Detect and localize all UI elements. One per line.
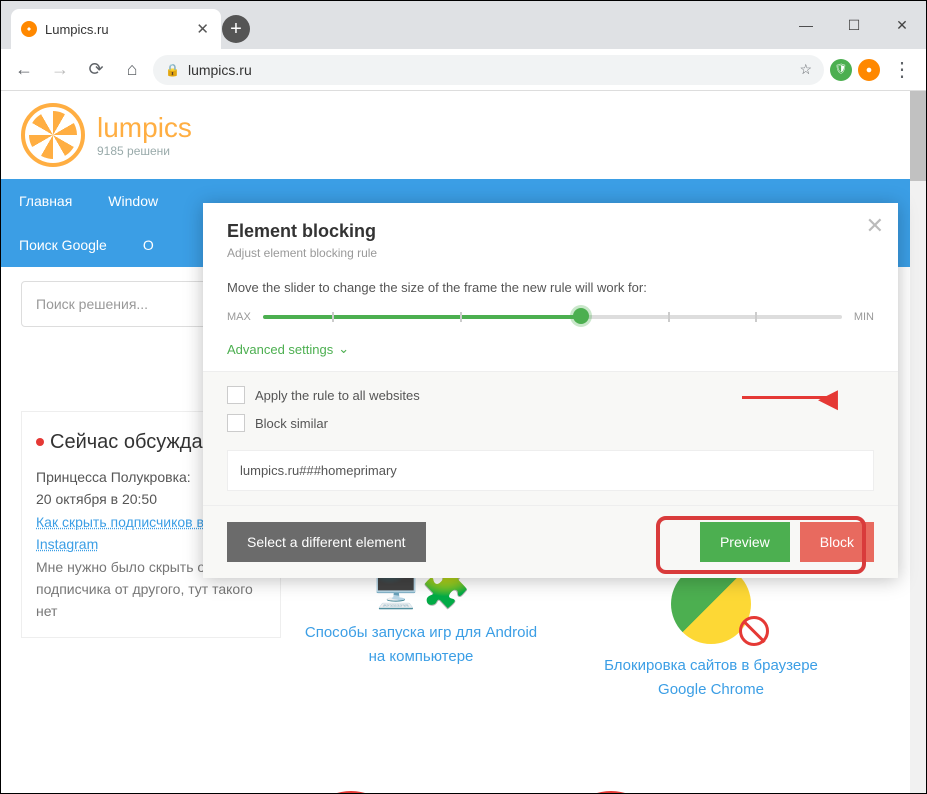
close-tab-icon[interactable]: ✕ — [194, 18, 211, 40]
article-link-2: Блокировка сайтов в браузере Google Chro… — [591, 654, 831, 702]
modal-header: Element blocking Adjust element blocking… — [203, 203, 898, 270]
minimize-button[interactable]: — — [782, 1, 830, 49]
live-dot-icon — [36, 438, 44, 446]
scrollbar-thumb[interactable] — [910, 91, 926, 181]
element-blocking-modal: ✕ Element blocking Adjust element blocki… — [203, 203, 898, 578]
slider-tick — [668, 312, 670, 322]
scrollbar-track[interactable] — [910, 91, 926, 793]
chevron-down-icon: ⌄ — [338, 341, 349, 357]
checkbox-icon — [227, 386, 245, 404]
arrow-annotation-icon: ◀ — [818, 383, 838, 414]
adguard-extension-icon[interactable]: 🛡 — [830, 59, 852, 81]
site-logo-text: lumpics 9185 решени — [97, 112, 192, 158]
preview-button[interactable]: Preview — [700, 522, 790, 562]
apply-all-checkbox[interactable]: Apply the rule to all websites — [227, 386, 874, 404]
nav-home[interactable]: Главная — [1, 179, 90, 223]
card-icon — [561, 791, 661, 793]
address-bar: ← → ⟳ ⌂ 🔒 lumpics.ru ☆ 🛡 ⋮ — [1, 49, 926, 91]
window-titlebar: Lumpics.ru ✕ + — ☐ ✕ — [1, 1, 926, 49]
reload-button[interactable]: ⟳ — [81, 55, 111, 85]
site-name: lumpics — [97, 112, 192, 144]
modal-close-icon[interactable]: ✕ — [866, 213, 884, 239]
checkbox-icon — [227, 414, 245, 432]
home-button[interactable]: ⌂ — [117, 55, 147, 85]
scope-slider[interactable] — [263, 314, 842, 320]
block-sign-icon — [739, 616, 769, 646]
browser-tab[interactable]: Lumpics.ru ✕ — [11, 9, 221, 49]
comment-article-link[interactable]: Как скрыть подписчиков в Instagram — [36, 514, 204, 552]
slider-instruction: Move the slider to change the size of th… — [227, 280, 874, 295]
site-header: lumpics 9185 решени — [1, 91, 926, 179]
scope-slider-row: MAX MIN — [227, 311, 874, 323]
nav-about[interactable]: О — [125, 223, 172, 267]
forward-button[interactable]: → — [45, 55, 75, 85]
slider-tick — [460, 312, 462, 322]
omnibox[interactable]: 🔒 lumpics.ru ☆ — [153, 55, 824, 85]
new-tab-button[interactable]: + — [221, 9, 251, 49]
page-viewport: lumpics 9185 решени Главная Window Поиск… — [1, 91, 926, 793]
article-link-1: Способы запуска игр для Android на компь… — [301, 621, 541, 669]
slider-track — [581, 315, 842, 319]
advanced-settings-toggle[interactable]: Advanced settings ⌄ — [227, 341, 874, 357]
back-button[interactable]: ← — [9, 55, 39, 85]
slider-fill — [263, 315, 581, 319]
tab-title: Lumpics.ru — [45, 22, 186, 37]
favicon-icon — [21, 21, 37, 37]
block-button[interactable]: Block — [800, 522, 874, 562]
article-row-2 — [301, 791, 661, 793]
site-logo-icon[interactable] — [21, 103, 85, 167]
slider-tick — [332, 312, 334, 322]
close-window-button[interactable]: ✕ — [878, 1, 926, 49]
nav-search[interactable]: Поиск Google — [1, 223, 125, 267]
maximize-button[interactable]: ☐ — [830, 1, 878, 49]
advanced-options: Apply the rule to all websites Block sim… — [203, 371, 898, 505]
select-different-button[interactable]: Select a different element — [227, 522, 426, 562]
browser-menu-icon[interactable]: ⋮ — [886, 57, 918, 82]
rule-input[interactable] — [227, 450, 874, 491]
modal-title: Element blocking — [227, 221, 874, 242]
slider-min-label: MIN — [854, 311, 874, 323]
modal-footer: Select a different element Preview Block — [203, 505, 898, 578]
block-similar-checkbox[interactable]: Block similar — [227, 414, 874, 432]
slider-max-label: MAX — [227, 311, 251, 323]
modal-subtitle: Adjust element blocking rule — [227, 246, 874, 260]
modal-body: Move the slider to change the size of th… — [203, 270, 898, 371]
card-icon — [301, 791, 401, 793]
lock-icon: 🔒 — [165, 63, 180, 77]
window-controls: — ☐ ✕ — [782, 1, 926, 49]
url-text: lumpics.ru — [188, 62, 252, 78]
site-search-input[interactable]: Поиск решения... — [21, 281, 231, 327]
extension-icon[interactable] — [858, 59, 880, 81]
site-tagline: 9185 решени — [97, 144, 192, 158]
nav-windows[interactable]: Window — [90, 179, 176, 223]
slider-thumb[interactable] — [573, 308, 589, 324]
slider-tick — [755, 312, 757, 322]
bookmark-star-icon[interactable]: ☆ — [799, 61, 812, 78]
